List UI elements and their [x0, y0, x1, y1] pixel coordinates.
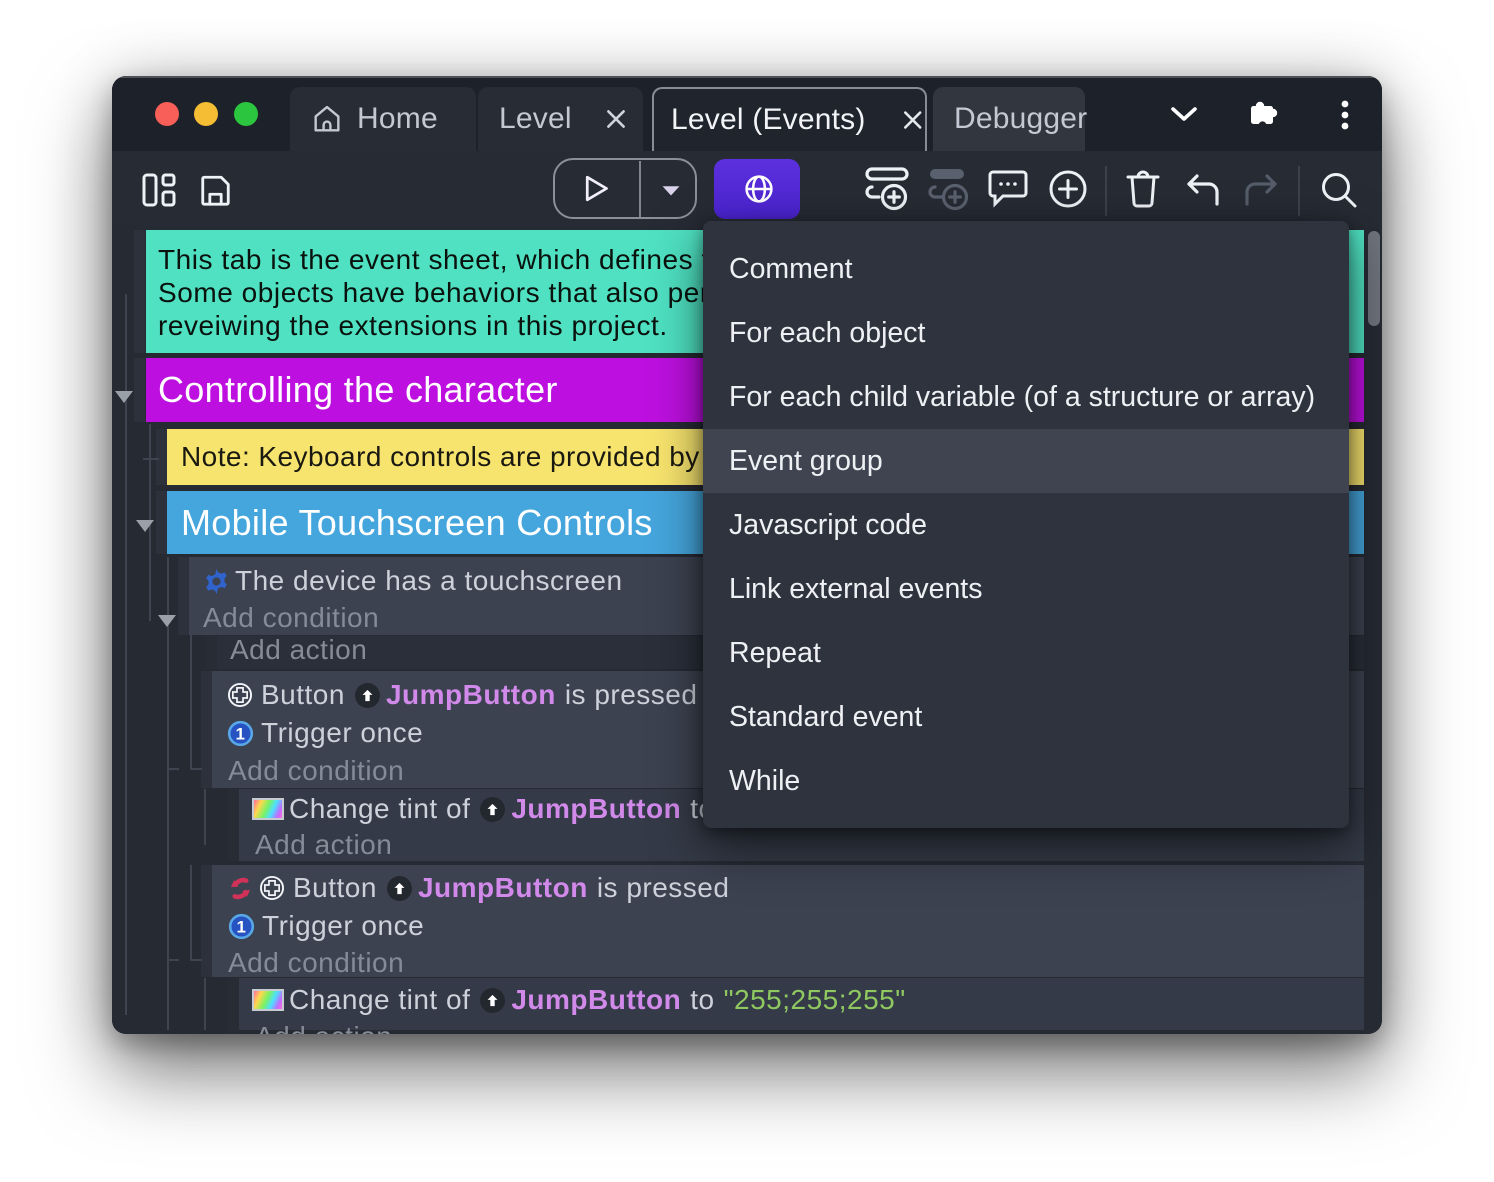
- svg-text:1: 1: [236, 724, 246, 743]
- svg-text:1: 1: [237, 917, 247, 936]
